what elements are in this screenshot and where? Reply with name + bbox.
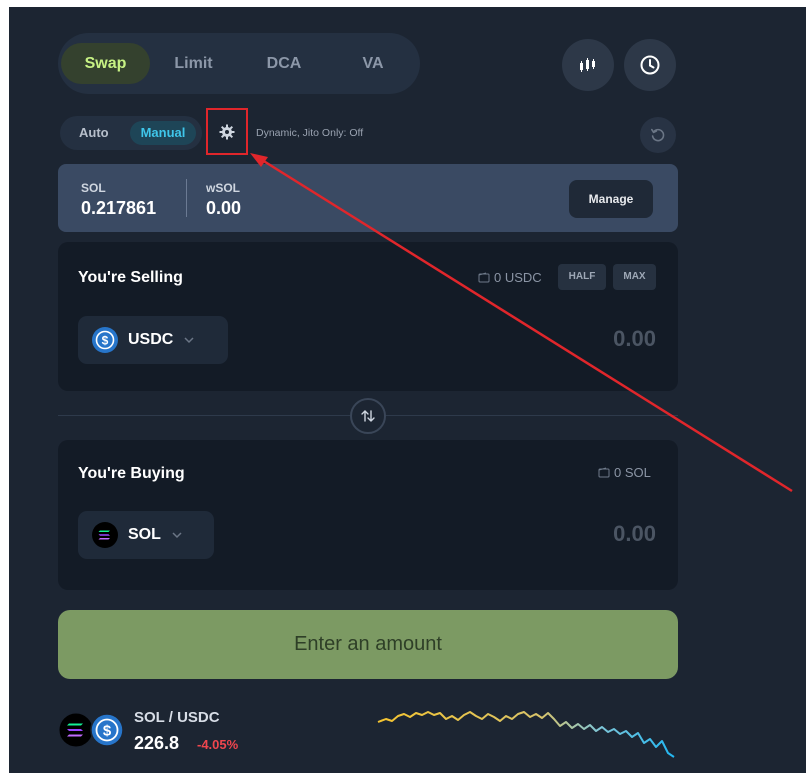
chevron-down-icon (172, 532, 182, 539)
pair-icons: $ (58, 712, 124, 748)
balance-divider (186, 179, 187, 217)
routing-settings-summary: Dynamic, Jito Only: Off (256, 127, 364, 139)
switch-tokens-button[interactable] (350, 398, 386, 434)
buying-title: You're Buying (78, 465, 185, 482)
usdc-token-icon: $ (90, 713, 124, 747)
selling-balance-text: 0 USDC (494, 270, 542, 285)
chart-button[interactable] (562, 39, 614, 91)
tab-dca[interactable]: DCA (244, 43, 324, 84)
refresh-button[interactable] (640, 117, 676, 153)
buying-token-selector[interactable]: SOL (78, 511, 214, 559)
selling-token-symbol: USDC (128, 331, 174, 348)
candlestick-chart-icon (580, 58, 595, 72)
buying-balance-text: 0 SOL (614, 465, 651, 480)
enter-amount-button[interactable]: Enter an amount (58, 610, 678, 679)
half-button[interactable]: HALF (558, 264, 606, 290)
svg-text:$: $ (102, 334, 109, 348)
sol-token-icon (92, 522, 118, 548)
wsol-balance-value: 0.00 (206, 198, 242, 218)
selling-token-selector[interactable]: $ USDC (78, 316, 228, 364)
swap-arrows-icon (361, 410, 375, 422)
mode-auto-option[interactable]: Auto (79, 125, 109, 140)
buying-token-symbol: SOL (128, 526, 161, 543)
selling-card: You're Selling 0 USDC HALF MAX $ USDC (58, 242, 678, 391)
buying-amount-input[interactable] (436, 521, 656, 547)
wsol-balance-label: wSOL (206, 181, 241, 195)
tab-va[interactable]: VA (338, 43, 408, 84)
price-sparkline (377, 711, 675, 758)
buying-card: You're Buying 0 SOL SOL (58, 440, 678, 590)
buying-wallet-balance: 0 SOL (598, 465, 651, 480)
wallet-icon (478, 272, 490, 283)
price-change: -4.05% (197, 737, 239, 752)
history-button[interactable] (624, 39, 676, 91)
tab-swap[interactable]: Swap (61, 43, 150, 84)
tab-limit[interactable]: Limit (156, 43, 231, 84)
manage-button[interactable]: Manage (569, 180, 653, 218)
mode-manual-option[interactable]: Manual (130, 121, 196, 145)
svg-text:$: $ (103, 723, 112, 740)
routing-mode-toggle: Auto Manual (60, 116, 202, 150)
settings-button[interactable] (206, 108, 248, 155)
wallet-balance-bar: SOL 0.217861 wSOL 0.00 Manage (58, 164, 678, 232)
selling-wallet-balance: 0 USDC (478, 270, 542, 285)
usdc-token-icon: $ (92, 327, 118, 353)
chevron-down-icon (184, 337, 194, 344)
clock-icon (640, 55, 660, 75)
price-value: 226.8 (134, 733, 180, 753)
max-button[interactable]: MAX (613, 264, 656, 290)
sol-token-icon (58, 712, 94, 748)
gear-icon (219, 124, 235, 139)
selling-title: You're Selling (78, 269, 183, 286)
wallet-icon (598, 467, 610, 478)
sol-balance-value: 0.217861 (81, 198, 157, 218)
sol-balance-label: SOL (81, 181, 106, 195)
swap-mode-tabs: Swap Limit DCA VA (58, 33, 420, 94)
refresh-icon (651, 128, 665, 142)
selling-amount-input[interactable] (436, 326, 656, 352)
price-pair-label: SOL / USDC (134, 709, 220, 726)
